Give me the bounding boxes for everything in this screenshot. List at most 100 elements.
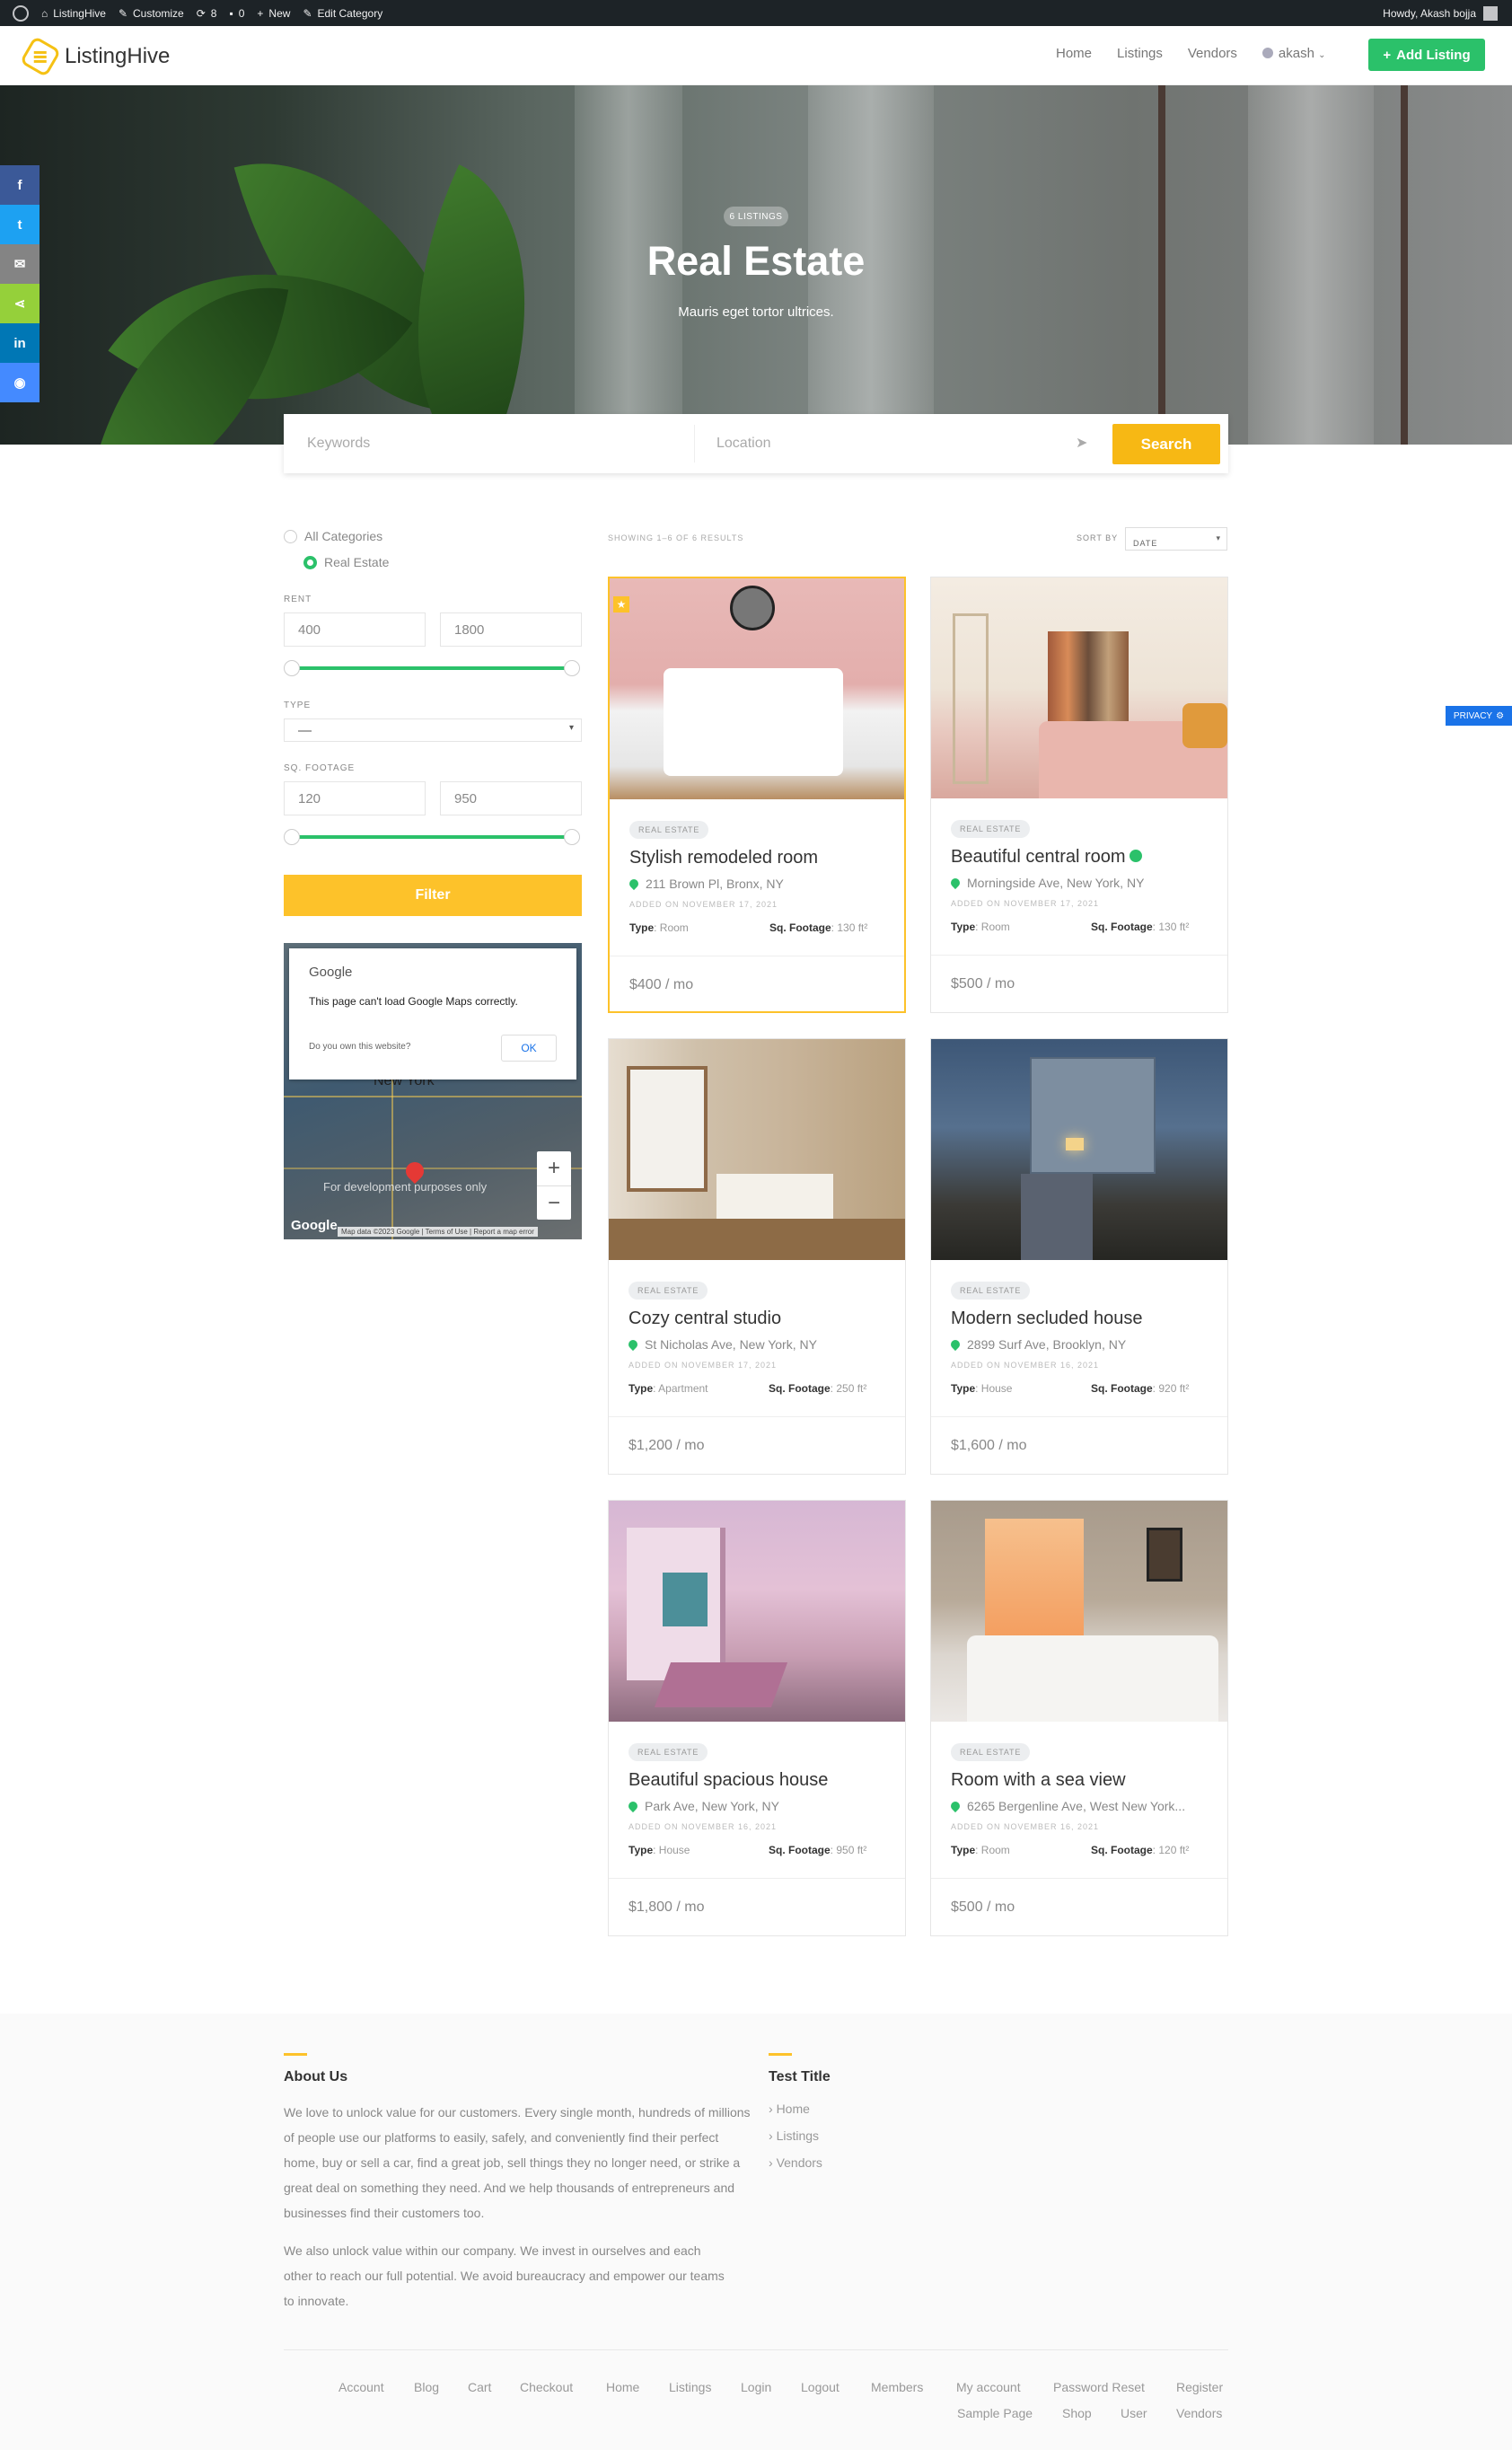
admin-updates-link[interactable]: ⟳ 8 <box>197 0 217 26</box>
footer-bottom-link[interactable]: Login <box>741 2380 771 2394</box>
category-badge[interactable]: REAL ESTATE <box>951 1282 1031 1300</box>
location-input[interactable]: Location <box>716 414 1076 473</box>
rent-max-handle[interactable] <box>564 660 580 676</box>
rent-max-input[interactable]: 1800 <box>440 612 582 647</box>
sort-select[interactable]: DATE ▾ <box>1125 527 1227 551</box>
rent-min-input[interactable]: 400 <box>284 612 426 647</box>
category-badge[interactable]: REAL ESTATE <box>629 1282 708 1300</box>
location-pin-icon <box>627 877 641 891</box>
footer-bottom-link[interactable]: Shop <box>1062 2406 1092 2420</box>
listing-card[interactable]: REAL ESTATE Beautiful central room Morni… <box>930 577 1228 1013</box>
footer-bottom-link[interactable]: Account <box>338 2380 384 2394</box>
location-pin-icon <box>626 1337 640 1352</box>
footer-bottom-link[interactable]: Password Reset <box>1053 2380 1145 2394</box>
map[interactable]: New York For development purposes only +… <box>284 943 582 1239</box>
footer-bottom-link[interactable]: Home <box>606 2380 639 2394</box>
footer-link-listings[interactable]: › Listings <box>769 2128 819 2143</box>
filter-button[interactable]: Filter <box>284 875 582 916</box>
logo-icon <box>19 35 62 78</box>
nav-home[interactable]: Home <box>1056 46 1092 61</box>
category-all-radio[interactable]: All Categories <box>284 529 382 543</box>
facebook-share-button[interactable]: f <box>0 165 40 205</box>
footer-link-vendors[interactable]: › Vendors <box>769 2155 822 2170</box>
footer-bottom-link[interactable]: User <box>1121 2406 1147 2420</box>
footer-bottom-link[interactable]: Sample Page <box>957 2406 1033 2420</box>
footer-bottom-link[interactable]: My account <box>956 2380 1021 2394</box>
listing-image[interactable] <box>931 577 1227 798</box>
rug-image <box>654 1662 788 1707</box>
twitter-share-button[interactable]: t <box>0 205 40 244</box>
footer-bottom-link[interactable]: Cart <box>468 2380 491 2394</box>
map-attribution[interactable]: Map data ©2023 Google | Terms of Use | R… <box>338 1227 538 1237</box>
listing-title[interactable]: Stylish remodeled room <box>629 848 818 868</box>
admin-comments-link[interactable]: ▪ 0 <box>229 0 244 26</box>
sqft-max-handle[interactable] <box>564 829 580 845</box>
footer-bottom-link[interactable]: Vendors <box>1176 2406 1222 2420</box>
keywords-input[interactable]: Keywords <box>307 414 684 473</box>
user-icon <box>1261 48 1273 58</box>
type-select[interactable]: — ▾ <box>284 718 582 742</box>
footer-bottom-link[interactable]: Listings <box>669 2380 711 2394</box>
category-badge[interactable]: REAL ESTATE <box>951 820 1031 838</box>
rent-min-handle[interactable] <box>284 660 300 676</box>
listing-image[interactable] <box>609 1501 905 1722</box>
zoom-in-button[interactable]: + <box>537 1151 571 1185</box>
chevron-right-icon: › <box>769 2155 773 2170</box>
listing-title[interactable]: Modern secluded house <box>951 1309 1142 1329</box>
footer-bottom-link[interactable]: Logout <box>801 2380 840 2394</box>
search-button[interactable]: Search <box>1112 424 1220 464</box>
listing-image[interactable] <box>609 1039 905 1260</box>
sqft-max-input[interactable]: 950 <box>440 781 582 815</box>
admin-customize-link[interactable]: ✎ Customize <box>119 0 184 26</box>
privacy-badge[interactable]: PRIVACY ⚙ <box>1446 706 1512 726</box>
location-pin-icon <box>948 1337 963 1352</box>
map-ok-button[interactable]: OK <box>501 1035 557 1062</box>
admin-site-link[interactable]: ⌂ ListingHive <box>41 0 106 26</box>
listing-title[interactable]: Beautiful central room <box>951 847 1142 868</box>
listing-image[interactable] <box>931 1039 1227 1260</box>
site-logo[interactable]: ListingHive <box>19 35 170 78</box>
pillow-image <box>1182 703 1227 748</box>
messenger-share-button[interactable]: ◉ <box>0 363 40 402</box>
listing-title[interactable]: Cozy central studio <box>629 1309 781 1329</box>
card-divider <box>609 1416 905 1417</box>
email-share-button[interactable]: ✉ <box>0 244 40 284</box>
nav-listings[interactable]: Listings <box>1117 46 1163 61</box>
zoom-out-button[interactable]: − <box>537 1185 571 1220</box>
footer-bottom-link[interactable]: Blog <box>414 2380 439 2394</box>
listing-card[interactable]: REAL ESTATE Modern secluded house 2899 S… <box>930 1038 1228 1475</box>
listing-title[interactable]: Room with a sea view <box>951 1770 1126 1791</box>
admin-new-link[interactable]: + New <box>257 0 290 26</box>
listing-card[interactable]: REAL ESTATE Room with a sea view 6265 Be… <box>930 1500 1228 1936</box>
listing-address: Morningside Ave, New York, NY <box>948 876 1144 890</box>
footer-bottom-link[interactable]: Members <box>871 2380 923 2394</box>
chevron-right-icon: › <box>769 2102 773 2116</box>
listing-image[interactable]: ★ <box>610 578 904 799</box>
email-icon: ✉ <box>13 257 26 272</box>
nav-vendors[interactable]: Vendors <box>1188 46 1237 61</box>
sqft-min-handle[interactable] <box>284 829 300 845</box>
listing-card[interactable]: ★ REAL ESTATE Stylish remodeled room 211… <box>608 577 906 1013</box>
footer-bottom-link[interactable]: Register <box>1176 2380 1223 2394</box>
linkedin-share-button[interactable]: in <box>0 323 40 363</box>
category-badge[interactable]: REAL ESTATE <box>629 1743 708 1761</box>
listing-card[interactable]: REAL ESTATE Cozy central studio St Nicho… <box>608 1038 906 1475</box>
footer-link-home[interactable]: › Home <box>769 2102 810 2116</box>
radio-icon <box>284 530 297 543</box>
listing-card[interactable]: REAL ESTATE Beautiful spacious house Par… <box>608 1500 906 1936</box>
category-real-estate-radio[interactable]: Real Estate <box>303 555 389 569</box>
listing-title[interactable]: Beautiful spacious house <box>629 1770 828 1791</box>
user-menu[interactable]: akash ⌄ <box>1261 46 1326 61</box>
listing-sqft: Sq. Footage: 130 ft² <box>1091 921 1190 933</box>
category-badge[interactable]: REAL ESTATE <box>951 1743 1031 1761</box>
category-badge[interactable]: REAL ESTATE <box>629 821 709 839</box>
admin-edit-category-link[interactable]: ✎ Edit Category <box>303 0 382 26</box>
share-button[interactable]: ⋖ <box>0 284 40 323</box>
wordpress-logo[interactable] <box>13 0 29 26</box>
admin-account-menu[interactable]: Howdy, Akash bojja <box>1383 0 1498 26</box>
listing-image[interactable] <box>931 1501 1227 1722</box>
footer-bottom-link[interactable]: Checkout <box>520 2380 573 2394</box>
sqft-min-input[interactable]: 120 <box>284 781 426 815</box>
location-arrow-icon[interactable]: ➤ <box>1076 434 1087 452</box>
add-listing-button[interactable]: + Add Listing <box>1368 39 1485 71</box>
